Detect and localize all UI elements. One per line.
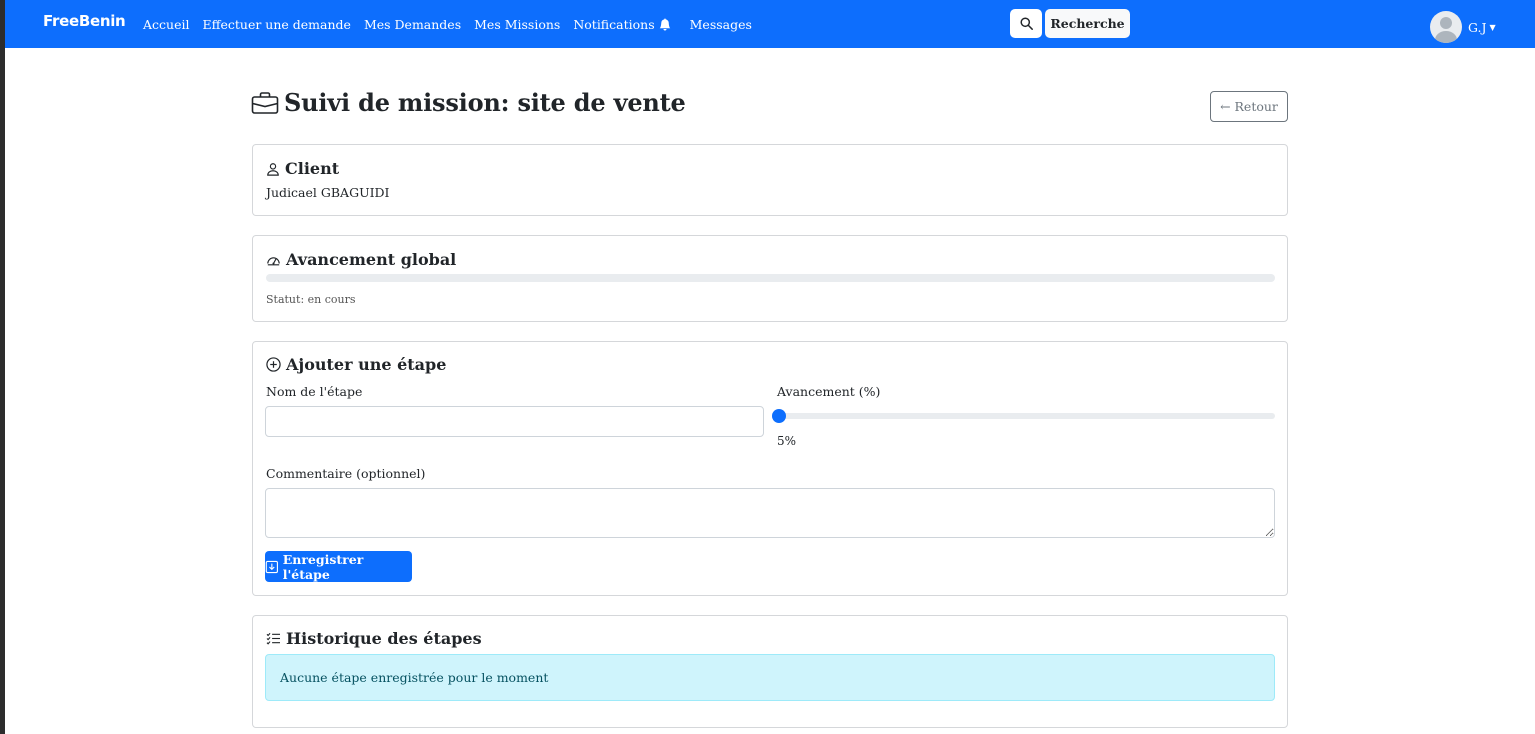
avatar [1430,11,1462,43]
download-icon [265,560,278,573]
global-progress-bar [266,274,1275,282]
history-card: Historique des étapes Aucune étape enreg… [252,615,1288,728]
save-step-button-label: Enregistrer l'étape [282,551,364,582]
user-menu[interactable]: G.J ▼ [1430,11,1496,43]
comment-textarea[interactable] [265,488,1275,538]
caret-down-icon: ▼ [1489,22,1496,32]
add-step-card-title-text: Ajouter une étape [286,355,447,374]
nav-link-notifications[interactable]: Notifications [573,17,670,32]
page: FreeBenin Accueil Effectuer une demande … [5,0,1535,734]
speedometer-icon [267,256,280,265]
empty-history-alert: Aucune étape enregistrée pour le moment [265,654,1275,701]
search-icon-button[interactable] [1010,9,1042,38]
step-name-input[interactable] [265,406,764,437]
briefcase-icon [251,91,279,114]
progress-card-title: Avancement global [266,250,456,269]
nav-link-notifications-label: Notifications [573,16,655,32]
page-header: Suivi de mission: site de vente [251,88,686,117]
history-card-title-text: Historique des étapes [286,629,482,648]
progress-card-title-text: Avancement global [286,250,457,269]
progress-value: 5% [777,434,797,448]
comment-label: Commentaire (optionnel) [266,466,426,481]
list-check-icon [266,632,280,645]
brand-logo[interactable]: FreeBenin [43,12,126,30]
back-button[interactable]: ← Retour [1210,91,1288,122]
nav-link-accueil[interactable]: Accueil [143,17,189,32]
progress-label: Avancement (%) [777,384,881,399]
client-card: Client Judicael GBAGUIDI [252,144,1288,216]
add-step-card: Ajouter une étape Nom de l'étape Avancem… [252,341,1288,596]
nav-link-mes-demandes[interactable]: Mes Demandes [364,17,461,32]
step-name-label: Nom de l'étape [266,384,363,399]
plus-circle-icon [266,357,281,372]
nav-link-effectuer-demande[interactable]: Effectuer une demande [202,17,350,32]
progress-slider[interactable] [772,409,1275,423]
search-button[interactable]: Recherche [1045,9,1130,38]
person-icon [267,162,279,176]
nav-link-messages[interactable]: Messages [690,17,752,32]
add-step-card-title: Ajouter une étape [266,355,446,374]
history-card-title: Historique des étapes [266,629,482,648]
progress-card: Avancement global Statut: en cours [252,235,1288,322]
search-icon [1019,17,1033,30]
client-card-title-text: Client [285,159,340,178]
client-card-title: Client [266,159,339,178]
nav-links: Accueil Effectuer une demande Mes Demand… [143,0,765,48]
nav-link-mes-missions[interactable]: Mes Missions [474,17,560,32]
progress-slider-thumb[interactable] [772,409,786,423]
navbar: FreeBenin Accueil Effectuer une demande … [5,0,1535,48]
client-name: Judicael GBAGUIDI [266,185,390,200]
save-step-button[interactable]: Enregistrer l'étape [265,551,412,582]
page-title: Suivi de mission: site de vente [284,88,686,117]
status-text: Statut: en cours [266,293,356,306]
user-initials: G.J [1468,19,1487,35]
bell-icon [659,17,670,30]
